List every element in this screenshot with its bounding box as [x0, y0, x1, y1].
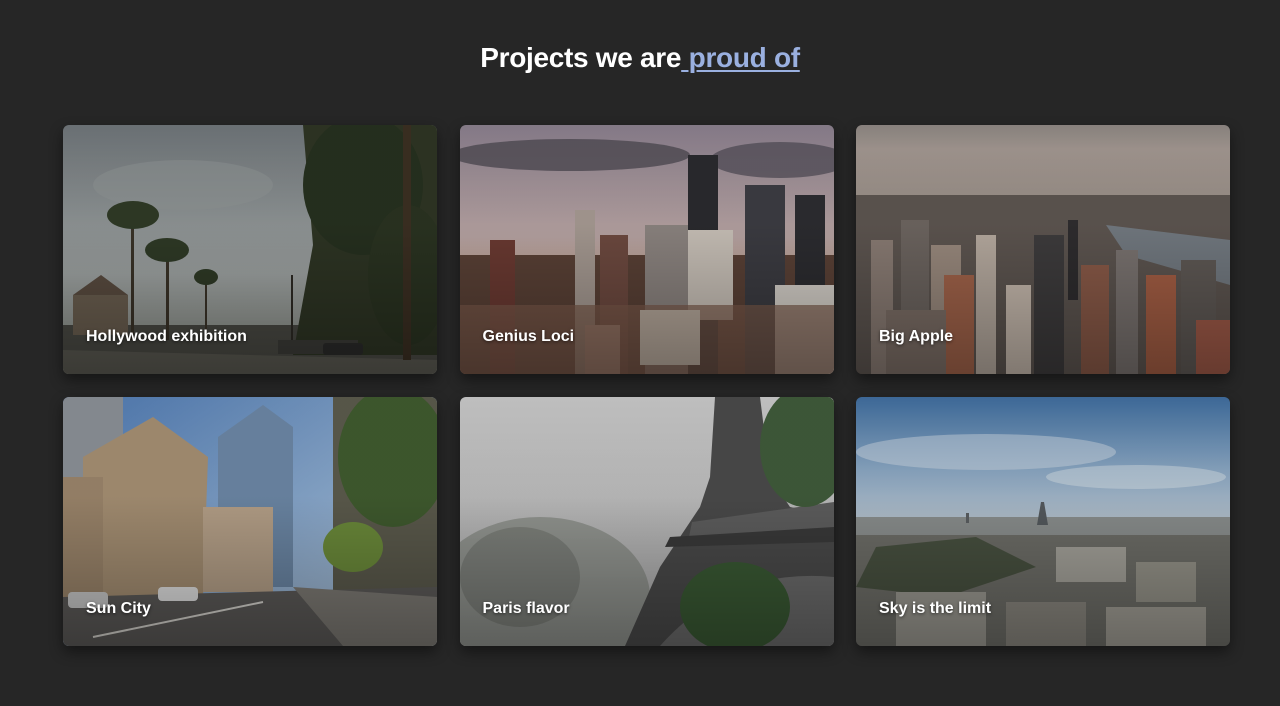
- project-card-sun-city[interactable]: Sun City: [63, 397, 437, 646]
- project-title: Sky is the limit: [879, 600, 992, 617]
- project-card-big-apple[interactable]: Big Apple: [856, 125, 1230, 374]
- project-card-genius-loci[interactable]: Genius Loci: [459, 125, 834, 374]
- page: Projects we are proud of Hollywood exhib…: [0, 0, 1280, 706]
- project-card-paris-flavor[interactable]: Paris flavor: [459, 397, 834, 646]
- project-title: Hollywood exhibition: [86, 328, 247, 345]
- project-title: Big Apple: [879, 328, 954, 345]
- project-title: Sun City: [86, 600, 151, 617]
- section-heading: Projects we are proud of: [0, 42, 1280, 74]
- project-card-hollywood[interactable]: Hollywood exhibition: [63, 125, 437, 374]
- project-title: Genius Loci: [482, 328, 575, 345]
- heading-text: Projects we are: [480, 42, 682, 73]
- project-card-sky-is-the-limit[interactable]: Sky is the limit: [856, 397, 1230, 646]
- proud-of-link[interactable]: proud of: [681, 42, 800, 73]
- project-title: Paris flavor: [482, 600, 570, 617]
- projects-grid: Hollywood exhibition Genius Loci Big App…: [63, 125, 1230, 646]
